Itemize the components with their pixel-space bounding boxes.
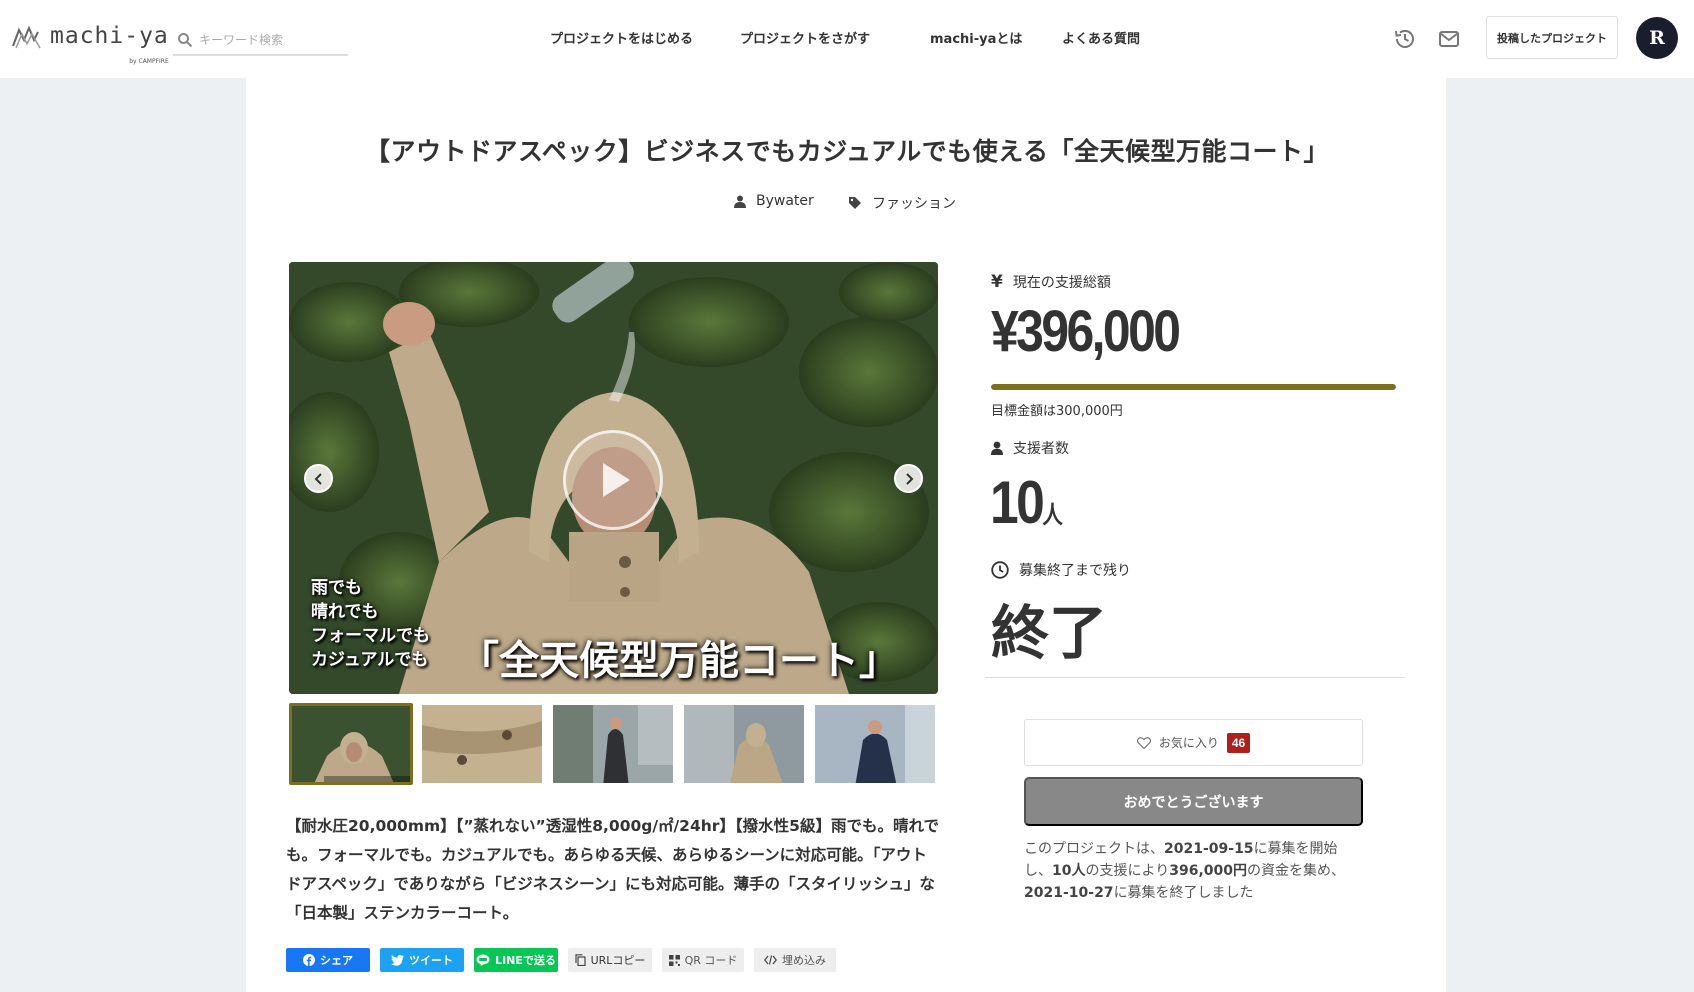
tag-icon bbox=[849, 197, 861, 209]
project-category[interactable]: ファッション bbox=[848, 193, 956, 213]
backers-count: 10人 bbox=[990, 468, 1063, 537]
play-video-button[interactable] bbox=[563, 430, 663, 530]
logo-sub: by CAMPFIRE bbox=[129, 58, 169, 65]
thumbnail-3[interactable] bbox=[551, 703, 675, 785]
summary-end-date: 2021-10-27 bbox=[1024, 885, 1114, 901]
nav-start-project[interactable]: プロジェクトをはじめる bbox=[550, 28, 693, 47]
yen-icon: ¥ bbox=[991, 272, 1003, 292]
thumbnail-image bbox=[422, 705, 542, 783]
twitter-icon bbox=[391, 954, 404, 966]
thumbnail-image bbox=[684, 705, 804, 783]
divider bbox=[985, 677, 1405, 678]
code-icon bbox=[764, 955, 777, 965]
hero-caption: 雨でも 晴れでも フォーマルでも カジュアルでも bbox=[311, 576, 430, 672]
url-copy-label: URLコピー bbox=[590, 954, 646, 967]
summary-amount: 396,000円 bbox=[1169, 863, 1247, 879]
project-owner[interactable]: Bywater bbox=[734, 193, 814, 209]
embed-label: 埋め込み bbox=[782, 954, 826, 967]
congratulations-button[interactable]: おめでとうございます bbox=[1024, 777, 1363, 826]
logo-text: machi-ya bbox=[50, 23, 169, 49]
summary-text: に募集を終了しました bbox=[1113, 885, 1254, 901]
mail-icon[interactable] bbox=[1437, 27, 1461, 51]
url-copy-button[interactable]: URLコピー bbox=[568, 948, 652, 972]
facebook-icon bbox=[303, 954, 315, 966]
favorite-count-badge: 46 bbox=[1226, 732, 1251, 753]
project-summary: このプロジェクトは、2021-09-15に募集を開始し、10人の支援により396… bbox=[1024, 838, 1364, 904]
hero-caption-line: カジュアルでも bbox=[311, 650, 429, 670]
thumbnail-image bbox=[553, 705, 673, 783]
goal-amount: 目標金額は300,000円 bbox=[991, 404, 1123, 419]
line-icon bbox=[476, 954, 490, 966]
thumbnail-4[interactable] bbox=[682, 703, 806, 785]
amount-label: ¥ 現在の支援総額 bbox=[991, 272, 1111, 292]
user-icon bbox=[734, 195, 746, 208]
history-icon[interactable] bbox=[1393, 27, 1417, 51]
remaining-value: 終了 bbox=[991, 599, 1108, 667]
favorite-label: お気に入り bbox=[1158, 736, 1219, 750]
hero-caption-line: フォーマルでも bbox=[311, 626, 430, 646]
summary-start-date: 2021-09-15 bbox=[1164, 841, 1254, 857]
thumbnail-image bbox=[292, 706, 410, 782]
search-icon[interactable] bbox=[177, 32, 193, 48]
qr-code-label: QR コード bbox=[684, 954, 738, 967]
hero-caption-line: 晴れでも bbox=[311, 602, 379, 622]
share-line-button[interactable]: LINEで送る bbox=[474, 948, 558, 972]
logo-mark-icon bbox=[12, 25, 41, 49]
project-description: 【耐水圧20,000mm】【”蒸れない”透湿性8,000g/㎡/24hr】【撥水… bbox=[286, 817, 940, 922]
prev-slide-button[interactable] bbox=[304, 464, 333, 493]
progress-fill bbox=[991, 384, 1396, 390]
top-header: machi-ya by CAMPFIRE プロジェクトをはじめる プロジェクトを… bbox=[0, 0, 1694, 78]
owner-name: Bywater bbox=[756, 193, 814, 209]
project-title: 【アウトドアスペック】ビジネスでもカジュアルでも使える「全天候型万能コート」 bbox=[364, 137, 1329, 166]
next-slide-button[interactable] bbox=[894, 464, 923, 493]
hero-caption-line: 雨でも bbox=[311, 578, 362, 598]
backers-number: 10 bbox=[990, 469, 1045, 536]
backers-label: 支援者数 bbox=[991, 438, 1069, 458]
thumbnail-1[interactable] bbox=[289, 703, 413, 785]
search-input[interactable] bbox=[199, 33, 339, 47]
site-logo[interactable]: machi-ya by CAMPFIRE bbox=[12, 23, 169, 65]
embed-button[interactable]: 埋め込み bbox=[754, 948, 836, 972]
play-icon bbox=[603, 463, 630, 497]
favorite-button[interactable]: お気に入り 46 bbox=[1024, 719, 1363, 766]
thumbnail-5[interactable] bbox=[813, 703, 937, 785]
qr-code-icon bbox=[668, 954, 680, 966]
progress-bar bbox=[991, 384, 1396, 390]
summary-text: の支援により bbox=[1085, 863, 1170, 879]
search-box bbox=[173, 26, 348, 56]
remaining-label-text: 募集終了まで残り bbox=[1019, 563, 1131, 579]
summary-text: の資金を集め、 bbox=[1246, 863, 1345, 879]
nav-about[interactable]: machi-yaとは bbox=[930, 28, 1022, 47]
user-icon bbox=[991, 441, 1003, 455]
backers-unit: 人 bbox=[1042, 502, 1063, 529]
total-amount: ¥396,000 bbox=[991, 299, 1181, 364]
chevron-left-icon bbox=[314, 472, 322, 485]
summary-text: このプロジェクトは、 bbox=[1024, 841, 1164, 857]
share-facebook-label: シェア bbox=[320, 954, 353, 967]
chevron-right-icon bbox=[905, 472, 913, 485]
share-line-label: LINEで送る bbox=[495, 954, 556, 967]
summary-backers: 10人 bbox=[1052, 863, 1086, 879]
hero-headline: 「全天候型万能コート」 bbox=[459, 638, 899, 684]
share-twitter-button[interactable]: ツイート bbox=[380, 948, 464, 972]
nav-find-project[interactable]: プロジェクトをさがす bbox=[740, 28, 870, 47]
remaining-label: 募集終了まで残り bbox=[991, 560, 1131, 580]
hero-image[interactable]: 雨でも 晴れでも フォーマルでも カジュアルでも 「全天候型万能コート」 bbox=[289, 262, 938, 694]
category-name: ファッション bbox=[872, 196, 956, 212]
copy-icon bbox=[574, 954, 586, 966]
amount-label-text: 現在の支援総額 bbox=[1012, 275, 1111, 291]
backers-label-text: 支援者数 bbox=[1013, 441, 1069, 457]
heart-icon bbox=[1136, 736, 1151, 749]
qr-code-button[interactable]: QR コード bbox=[662, 948, 744, 972]
share-twitter-label: ツイート bbox=[409, 954, 453, 967]
share-facebook-button[interactable]: シェア bbox=[286, 948, 370, 972]
posted-projects-button[interactable]: 投稿したプロジェクト bbox=[1486, 16, 1618, 59]
thumbnail-2[interactable] bbox=[420, 703, 544, 785]
avatar[interactable]: R bbox=[1636, 17, 1678, 59]
clock-icon bbox=[991, 561, 1009, 579]
nav-faq[interactable]: よくある質問 bbox=[1062, 28, 1140, 47]
thumbnail-image bbox=[815, 705, 935, 783]
